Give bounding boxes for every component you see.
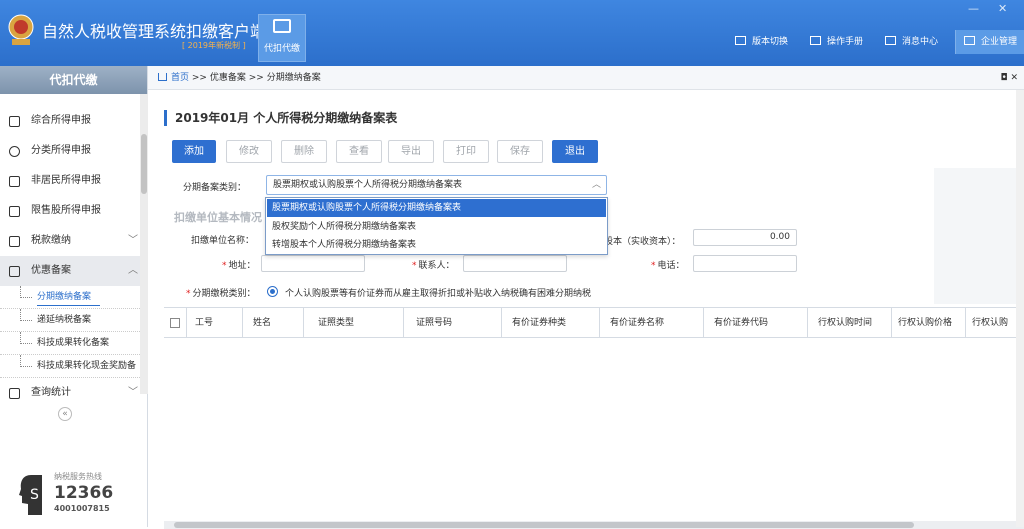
book-icon (810, 36, 821, 45)
breadcrumb-current: 分期缴纳备案 (266, 73, 321, 83)
sidebar-item-classified[interactable]: 分类所得申报 (0, 136, 140, 166)
sidebar-item-preferential[interactable]: 优惠备案 ︿ (0, 256, 140, 286)
sidebar-item-nonresident[interactable]: 非居民所得申报 (0, 166, 140, 196)
edit-button[interactable]: 修改 (226, 140, 272, 163)
dropdown-option-capitalization[interactable]: 转增股本个人所得税分期缴纳备案表 (267, 236, 606, 254)
hotline: S 纳税服务热线 12366 4001007815 (18, 469, 138, 521)
nav-messages[interactable]: 消息中心 (885, 30, 938, 54)
address-label: * 地址： (222, 261, 256, 271)
contact-field[interactable] (463, 255, 567, 272)
close-button[interactable]: ✕ (998, 2, 1007, 15)
exit-button[interactable]: 退出 (552, 140, 598, 163)
sidebar-scrollbar[interactable] (140, 94, 148, 394)
capital-label: 股本（实收资本）： (604, 237, 681, 247)
print-button[interactable]: 打印 (443, 140, 489, 163)
reason-radio[interactable] (267, 286, 278, 297)
breadcrumb: 首页 >> 优惠备案 >> 分期缴纳备案 ◘ ✕ (148, 66, 1024, 90)
table-horizontal-scrollbar[interactable] (164, 521, 1024, 529)
document-icon (9, 266, 20, 277)
sidebar-subitem-tech-cash-reward[interactable]: 科技成果转化现金奖励备 (0, 355, 140, 378)
export-button[interactable]: 导出 (388, 140, 434, 163)
col-exercise-price[interactable]: 行权认购价格 (892, 308, 966, 338)
chevron-down-icon: ﹀ (128, 235, 138, 246)
page-title: 2019年01月 个人所得税分期缴纳备案表 (164, 110, 397, 126)
wallet-icon (9, 236, 20, 247)
sidebar-item-tax-payment[interactable]: 税款缴纳 ﹀ (0, 226, 140, 256)
mail-icon (885, 36, 896, 45)
breadcrumb-home[interactable]: 首页 (171, 73, 189, 83)
reason-label: * 分期缴税类别： (186, 289, 256, 299)
main-content: 2019年01月 个人所得税分期缴纳备案表 添加 修改 删除 查看 导出 打印 … (164, 96, 1024, 529)
sidebar-header: 代扣代缴 (0, 66, 147, 94)
nav-enterprise[interactable]: 企业管理 (955, 30, 1024, 54)
sidebar-subitem-installment[interactable]: 分期缴纳备案 (0, 286, 140, 309)
person-icon (9, 176, 20, 187)
sidebar-item-comprehensive[interactable]: 综合所得申报 (0, 106, 140, 136)
data-table: 工号 姓名 证照类型 证照号码 有价证券种类 有价证券名称 有价证券代码 行权认… (164, 307, 1024, 529)
col-employee-id[interactable]: 工号 (187, 308, 243, 338)
section-title: 扣缴单位基本情况 (174, 211, 262, 224)
dropdown-option-equity-reward[interactable]: 股权奖励个人所得税分期缴纳备案表 (267, 218, 606, 236)
col-security-name[interactable]: 有价证券名称 (600, 308, 704, 338)
bar-chart-icon (9, 206, 20, 217)
unit-name-label: 扣缴单位名称： (191, 236, 255, 246)
sidebar-item-restricted-stock[interactable]: 限售股所得申报 (0, 196, 140, 226)
capital-field[interactable]: 0.00 (693, 229, 797, 246)
type-dropdown: 股票期权或认购股票个人所得税分期缴纳备案表 股权奖励个人所得税分期缴纳备案表 转… (265, 197, 608, 255)
switch-icon (735, 36, 746, 45)
col-exercise-time[interactable]: 行权认购时间 (808, 308, 892, 338)
phone-label: * 电话： (651, 261, 685, 271)
sidebar-subitem-tech-transfer[interactable]: 科技成果转化备案 (0, 332, 140, 355)
wallet-icon (273, 19, 291, 33)
col-id-number[interactable]: 证照号码 (404, 308, 502, 338)
phone-field[interactable] (693, 255, 797, 272)
col-security-type[interactable]: 有价证券种类 (502, 308, 600, 338)
breadcrumb-preferential[interactable]: 优惠备案 (210, 73, 246, 83)
pie-icon (9, 146, 20, 157)
list-icon (9, 388, 20, 399)
minimize-button[interactable]: — (968, 2, 979, 15)
address-field[interactable] (261, 255, 365, 272)
layers-icon (9, 116, 20, 127)
nav-version-switch[interactable]: 版本切换 (735, 30, 788, 54)
dropdown-option-stock-option[interactable]: 股票期权或认购股票个人所得税分期缴纳备案表 (267, 199, 606, 217)
sidebar-subitem-deferred[interactable]: 递延纳税备案 (0, 309, 140, 332)
sidebar-item-query[interactable]: 查询统计 ﹀ (0, 378, 140, 408)
type-select[interactable]: 股票期权或认购股票个人所得税分期缴纳备案表 ︿ (266, 175, 607, 195)
svg-text:S: S (30, 487, 39, 503)
select-all-cell (164, 308, 187, 338)
col-id-type[interactable]: 证照类型 (304, 308, 404, 338)
type-label: 分期备案类别： (183, 183, 247, 193)
module-tab-withholding[interactable]: 代扣代缴 (258, 14, 306, 62)
col-name[interactable]: 姓名 (243, 308, 304, 338)
tab-controls[interactable]: ◘ ✕ (1000, 66, 1018, 90)
select-all-checkbox[interactable] (170, 318, 180, 328)
head-profile-icon: S (19, 475, 42, 515)
save-button[interactable]: 保存 (497, 140, 543, 163)
table-header: 工号 姓名 证照类型 证照号码 有价证券种类 有价证券名称 有价证券代码 行权认… (164, 308, 1024, 338)
delete-button[interactable]: 删除 (281, 140, 327, 163)
collapse-sidebar-button[interactable]: « (58, 407, 72, 421)
view-button[interactable]: 查看 (336, 140, 382, 163)
nav-manual[interactable]: 操作手册 (810, 30, 863, 54)
edition-badge: [ 2019年新税制 ] (182, 41, 246, 50)
sidebar: 代扣代缴 综合所得申报 分类所得申报 非居民所得申报 限售股所得申报 税款缴纳 ﹀… (0, 66, 148, 527)
chevron-up-icon: ︿ (128, 265, 138, 276)
chevron-up-icon: ︿ (591, 180, 601, 190)
title-bar: 自然人税收管理系统扣缴客户端 [ 2019年新税制 ] 代扣代缴 — ✕ 版本切… (0, 0, 1024, 66)
contact-label: * 联系人： (412, 261, 455, 271)
home-icon (158, 73, 167, 81)
add-button[interactable]: 添加 (172, 140, 216, 163)
chevron-down-icon: ﹀ (128, 387, 138, 398)
tax-emblem-icon (8, 14, 34, 45)
app-title: 自然人税收管理系统扣缴客户端 (42, 22, 267, 41)
col-security-code[interactable]: 有价证券代码 (704, 308, 808, 338)
building-icon (964, 36, 975, 45)
reason-option-label: 个人认购股票等有价证券而从雇主取得折扣或补贴收入纳税确有困难分期纳税 (285, 289, 592, 299)
main-vertical-scrollbar[interactable] (1016, 90, 1024, 527)
